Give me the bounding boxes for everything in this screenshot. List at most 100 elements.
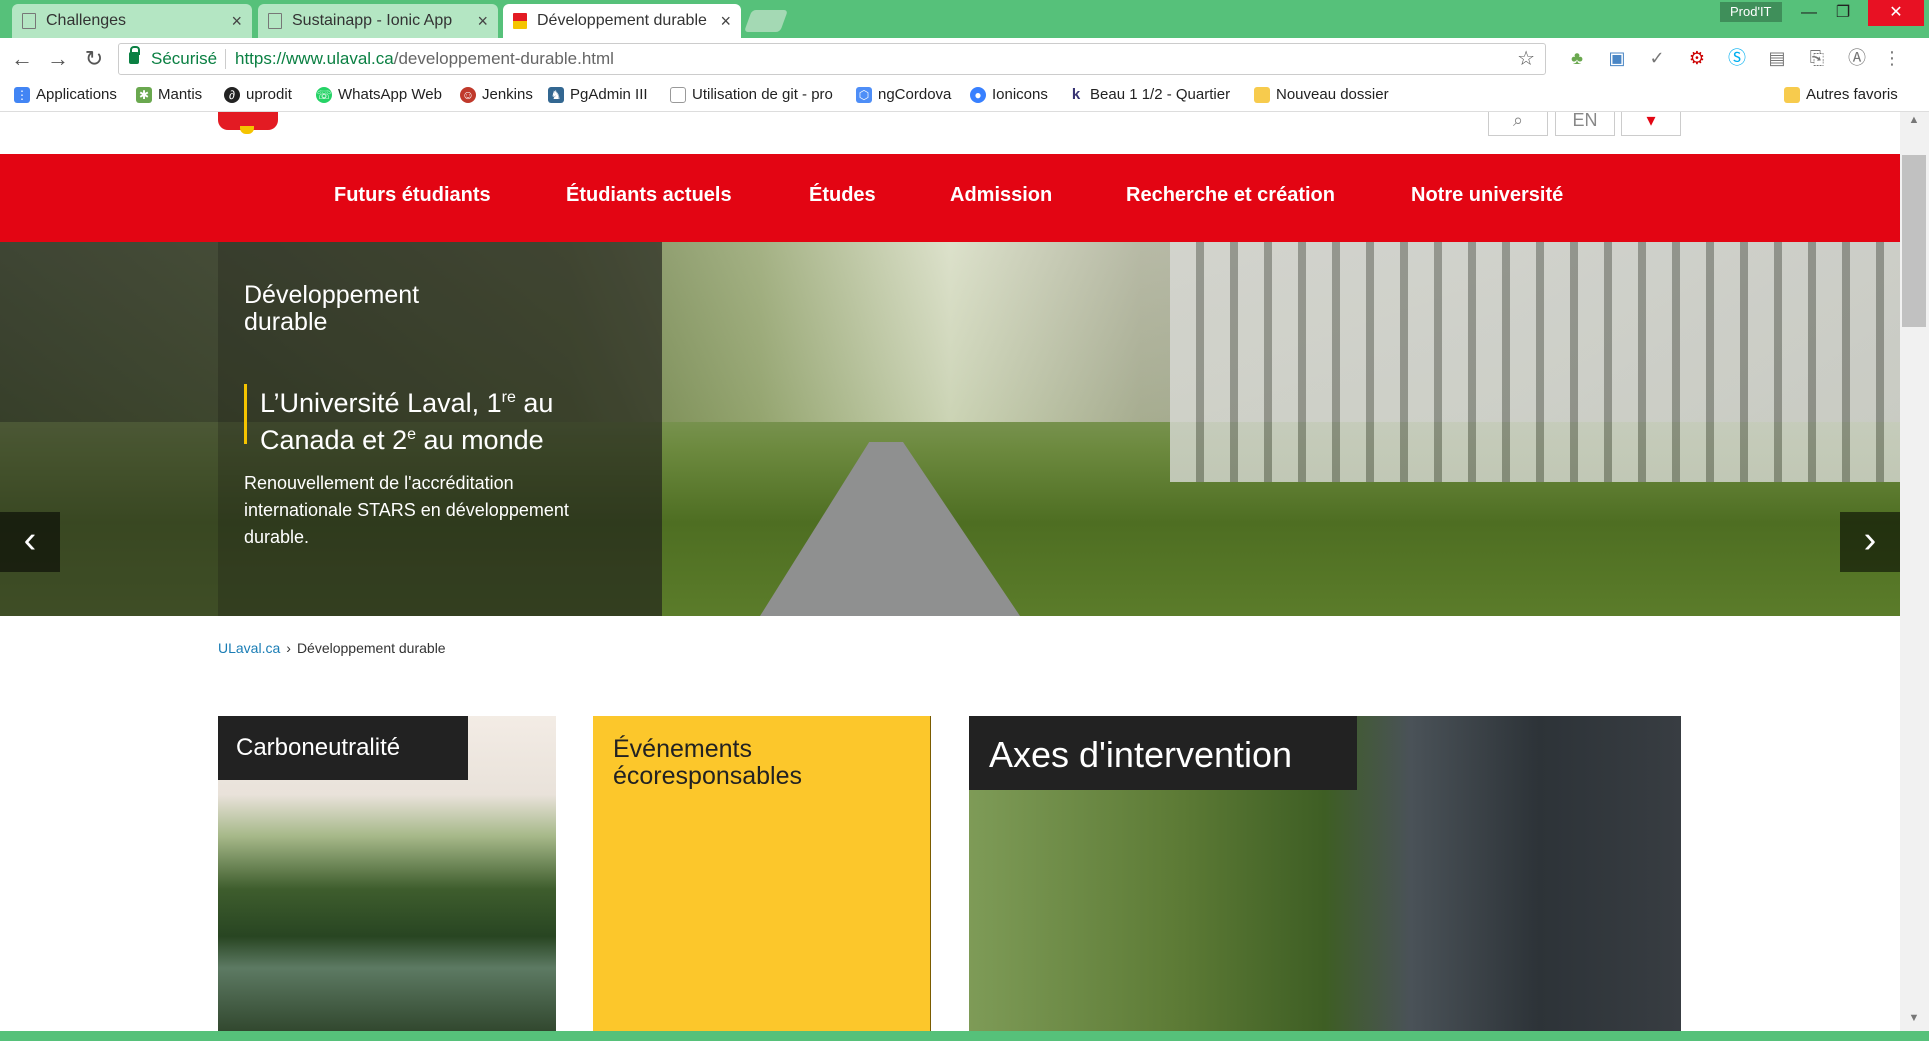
folder-icon (1254, 86, 1270, 103)
forward-button[interactable]: → (44, 46, 72, 72)
window-close-button[interactable]: ✕ (1868, 0, 1924, 26)
hero-heading-part1: L’Université Laval, 1 (260, 388, 502, 418)
bookmark-label: WhatsApp Web (338, 86, 442, 103)
extension-check-icon[interactable]: ✓ (1647, 48, 1667, 68)
reload-button[interactable]: ↻ (80, 46, 108, 72)
nav-etudiants-actuels[interactable]: Étudiants actuels (566, 184, 732, 207)
bookmark-item[interactable]: Utilisation de git - pro (670, 86, 840, 103)
tab-sustainapp[interactable]: Sustainapp - Ionic App × (258, 4, 498, 38)
carousel-next-button[interactable]: › (1840, 512, 1900, 572)
hero-heading-part3: au monde (416, 425, 544, 455)
card-title: Carboneutralité (218, 716, 468, 780)
main-navigation: Futurs étudiants Étudiants actuels Étude… (0, 154, 1900, 242)
bookmark-item[interactable]: ⬡ ngCordova (856, 86, 951, 103)
maximize-button[interactable]: ❐ (1821, 0, 1865, 26)
card-axes-intervention[interactable]: Axes d'intervention (969, 716, 1681, 1031)
ulaval-logo[interactable] (218, 112, 278, 134)
scroll-up-arrow-icon[interactable]: ▲ (1902, 114, 1926, 132)
back-button[interactable]: ← (8, 46, 36, 72)
hero-heading-sup1: re (501, 389, 516, 406)
uprodit-icon: ∂ (224, 86, 240, 103)
bookmark-item[interactable]: ☏ WhatsApp Web (316, 86, 442, 103)
kijiji-icon: k (1068, 86, 1084, 103)
extension-badge-icon[interactable]: ⚙ (1687, 48, 1707, 68)
tab-label: Challenges (46, 12, 127, 29)
card-carboneutralite[interactable]: Carboneutralité (218, 716, 556, 1031)
nav-recherche-et-creation[interactable]: Recherche et création (1126, 184, 1335, 207)
bookmark-item[interactable]: ✱ Mantis (136, 86, 202, 103)
chrome-menu-icon[interactable]: ⋮ (1882, 48, 1902, 68)
ulaval-favicon-icon (513, 13, 527, 29)
hero-carousel: Développement durable L’Université Laval… (0, 242, 1900, 616)
ionicons-icon: ● (970, 86, 986, 103)
bookmark-label: Beau 1 1/2 - Quartier (1090, 86, 1231, 103)
hero-heading-sup2: e (407, 426, 417, 443)
close-icon[interactable]: × (231, 11, 242, 32)
folder-icon (1784, 86, 1800, 103)
scroll-down-arrow-icon[interactable]: ▼ (1902, 1012, 1926, 1030)
pgadmin-icon: ♞ (548, 86, 564, 103)
bookmark-label: Ionicons (992, 86, 1048, 103)
extension-a-icon[interactable]: Ⓐ (1847, 48, 1867, 68)
tab-label: Développement durable (537, 12, 707, 29)
hero-description: Renouvellement de l'accréditation intern… (244, 473, 569, 547)
extension-leaf-icon[interactable]: ♣ (1567, 48, 1587, 68)
other-bookmarks-label: Autres favoris (1806, 86, 1898, 103)
bookmark-item[interactable]: ● Ionicons (970, 86, 1048, 103)
url-text[interactable]: https://www.ulaval.ca/developpement-dura… (235, 44, 614, 74)
page-icon (22, 13, 36, 29)
hero-building-image (1170, 242, 1900, 482)
bookmark-item[interactable]: Nouveau dossier (1254, 86, 1389, 103)
carousel-prev-button[interactable]: ‹ (0, 512, 60, 572)
search-button[interactable]: ⌕ (1488, 112, 1548, 136)
nav-futurs-etudiants[interactable]: Futurs étudiants (334, 184, 491, 207)
apps-icon: ⋮ (14, 86, 30, 103)
bookmark-label: Nouveau dossier (1276, 86, 1389, 103)
nav-etudes[interactable]: Études (809, 184, 876, 207)
hero-heading[interactable]: L’Université Laval, 1re au Canada et 2e … (260, 382, 600, 456)
map-pin-icon: ▾ (1646, 112, 1656, 130)
bookmark-star-icon[interactable]: ☆ (1517, 44, 1535, 74)
breadcrumb-current: Développement durable (296, 640, 446, 656)
bookmark-item[interactable]: ⋮ Applications (14, 86, 117, 103)
language-button[interactable]: EN (1555, 112, 1615, 136)
bookmark-item[interactable]: ♞ PgAdmin III (548, 86, 648, 103)
new-tab-button[interactable] (743, 10, 789, 32)
hero-section-title: Développement durable (244, 281, 420, 336)
extension-pdf-icon[interactable]: ⎘ (1807, 48, 1827, 68)
card-title: Axes d'intervention (969, 716, 1357, 790)
nav-admission[interactable]: Admission (950, 184, 1052, 207)
bookmark-item[interactable]: ∂ uprodit (224, 86, 292, 103)
mantis-icon: ✱ (136, 86, 152, 103)
lock-icon (129, 46, 140, 64)
bookmark-item[interactable]: ☺ Jenkins (460, 86, 533, 103)
bookmark-item[interactable]: k Beau 1 1/2 - Quartier (1068, 86, 1236, 103)
close-icon[interactable]: × (720, 11, 731, 32)
bookmark-label: PgAdmin III (570, 86, 648, 103)
profile-badge[interactable]: Prod'IT (1720, 2, 1782, 22)
secure-label: Sécurisé (151, 49, 218, 68)
tab-developpement-durable[interactable]: Développement durable × (503, 4, 741, 38)
close-icon[interactable]: × (477, 11, 488, 32)
page-icon (268, 13, 282, 29)
omnibox-divider (225, 49, 226, 69)
card-title: Événements écoresponsables (613, 735, 803, 790)
hero-path-image (760, 442, 1020, 616)
scrollbar-thumb[interactable] (1902, 155, 1926, 327)
extension-chart-icon[interactable]: ▣ (1607, 48, 1627, 68)
skype-icon[interactable]: Ⓢ (1727, 48, 1747, 68)
browser-titlebar: Challenges × Sustainapp - Ionic App × Dé… (0, 0, 1929, 38)
web-page: ⌕ EN ▾ Futurs étudiants Étudiants actuel… (0, 112, 1900, 1031)
extension-bag-icon[interactable]: ▤ (1767, 48, 1787, 68)
address-bar[interactable]: Sécurisé https://www.ulaval.ca/developpe… (118, 43, 1546, 75)
card-evenements-ecoresponsables[interactable]: Événements écoresponsables (593, 716, 931, 1031)
breadcrumb-home-link[interactable]: ULaval.ca (218, 640, 280, 656)
url-path: /developpement-durable.html (393, 49, 614, 68)
other-bookmarks[interactable]: Autres favoris (1784, 86, 1898, 103)
tab-challenges[interactable]: Challenges × (12, 4, 252, 38)
bookmark-label: uprodit (246, 86, 292, 103)
nav-notre-universite[interactable]: Notre université (1411, 184, 1563, 207)
browser-toolbar: ← → ↻ Sécurisé https://www.ulaval.ca/dev… (0, 38, 1929, 80)
bookmark-label: Applications (36, 86, 117, 103)
location-button[interactable]: ▾ (1621, 112, 1681, 136)
